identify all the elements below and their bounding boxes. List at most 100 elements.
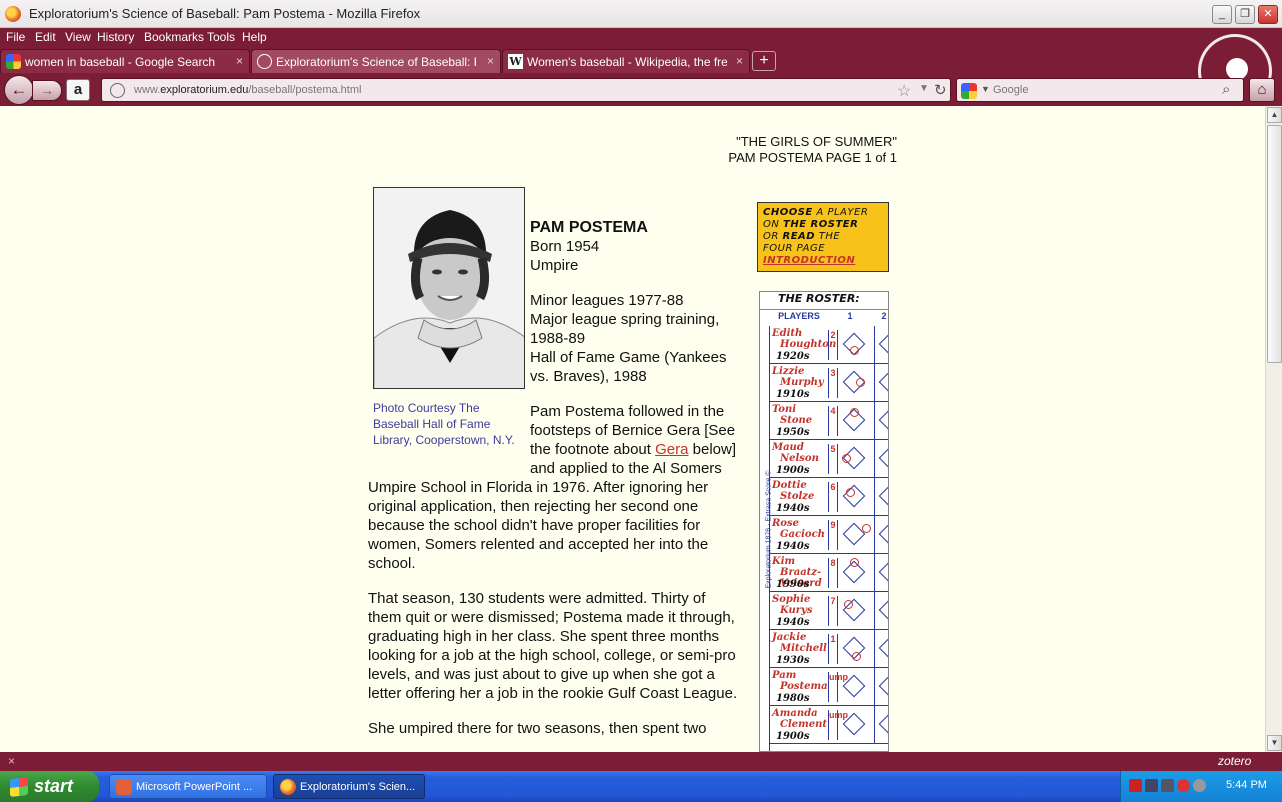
tab-label: women in baseball - Google Search <box>25 55 216 69</box>
paragraph-2: That season, 130 students were admitted.… <box>368 590 738 702</box>
window-title: Exploratorium's Science of Baseball: Pam… <box>29 6 421 21</box>
roster-player-position: 1 <box>828 634 838 664</box>
roster-player-row[interactable]: Sophie Kurys 1940s 7 <box>770 592 888 630</box>
google-icon <box>6 54 21 69</box>
roster-player-name[interactable]: Sophie Kurys <box>772 594 828 616</box>
choose-player-box: CHOOSE A PLAYER ON THE ROSTER OR READ TH… <box>757 202 889 272</box>
roster-player-name[interactable]: Rose Gacioch <box>772 518 828 540</box>
network-icon[interactable] <box>1145 779 1158 792</box>
url-text[interactable]: www.exploratorium.edu/baseball/postema.h… <box>134 84 361 96</box>
minimize-button[interactable]: _ <box>1212 5 1232 24</box>
search-engine-icon[interactable] <box>961 83 977 99</box>
forward-button[interactable]: → <box>32 80 62 101</box>
menu-bookmarks[interactable]: Bookmarks <box>144 30 204 44</box>
acrobat-icon[interactable] <box>1129 779 1142 792</box>
roster-player-row[interactable]: Lizzie Murphy 1910s 3 <box>770 364 888 402</box>
back-button[interactable]: ← <box>4 75 34 105</box>
url-dropdown-icon[interactable]: ▼ <box>919 83 929 94</box>
menu-file[interactable]: File <box>6 30 25 44</box>
site-identity-icon[interactable] <box>110 83 125 98</box>
vertical-scrollbar[interactable]: ▲ ▼ <box>1265 106 1282 752</box>
menu-bar: File Edit View History Bookmarks Tools H… <box>0 28 1282 47</box>
roster-player-name[interactable]: Dottie Stolze <box>772 480 828 502</box>
menu-tools[interactable]: Tools <box>207 30 235 44</box>
amazon-icon[interactable]: a <box>66 79 90 101</box>
roster-player-row[interactable]: Maud Nelson 1900s 5 <box>770 440 888 478</box>
tab-google-search[interactable]: women in baseball - Google Search × <box>0 49 250 73</box>
roster-player-position: 8 <box>828 558 838 588</box>
roster-player-name[interactable]: Pam Postema <box>772 670 828 692</box>
search-engine-dropdown-icon[interactable]: ▼ <box>981 84 990 94</box>
firefox-icon <box>280 779 296 795</box>
antivirus-icon[interactable] <box>1177 779 1190 792</box>
roster-player-row[interactable]: Pam Postema 1980s ump <box>770 668 888 706</box>
score-mark-icon <box>862 524 871 533</box>
url-bar[interactable]: www.exploratorium.edu/baseball/postema.h… <box>101 78 951 102</box>
roster-player-row[interactable]: Kim Braatz-Voisard 1990s 8 <box>770 554 888 592</box>
wikipedia-icon: W <box>508 54 523 69</box>
maximize-button[interactable]: ❐ <box>1235 5 1255 24</box>
roster-player-row[interactable]: Rose Gacioch 1940s 9 <box>770 516 888 554</box>
menu-history[interactable]: History <box>97 30 134 44</box>
close-window-button[interactable]: ✕ <box>1258 5 1278 24</box>
menu-help[interactable]: Help <box>242 30 267 44</box>
gera-footnote-link[interactable]: Gera <box>655 441 688 458</box>
search-icon[interactable]: ⌕ <box>1222 81 1230 98</box>
roster-player-position: 9 <box>828 520 838 550</box>
page-viewport: "THE GIRLS OF SUMMER" PAM POSTEMA PAGE 1… <box>0 106 1265 752</box>
close-tab-icon[interactable]: × <box>736 54 743 68</box>
zotero-button[interactable]: zotero <box>1218 754 1251 768</box>
scroll-down-button[interactable]: ▼ <box>1267 735 1282 751</box>
roster-scorecard: THE ROSTER: PLAYERS 1 2 Exploratorium 18… <box>759 291 889 752</box>
tab-wikipedia[interactable]: W Women's baseball - Wikipedia, the free… <box>502 49 750 73</box>
volume-icon[interactable] <box>1193 779 1206 792</box>
windows-flag-icon <box>10 777 28 797</box>
roster-player-name[interactable]: Amanda Clement <box>772 708 828 730</box>
start-button[interactable]: start <box>0 771 99 802</box>
close-tab-icon[interactable]: × <box>236 54 243 68</box>
taskbar-item-firefox[interactable]: Exploratorium's Scien... <box>273 774 425 799</box>
player-role: Umpire <box>530 257 579 274</box>
player-name: PAM POSTEMA <box>530 219 648 236</box>
network-icon-2[interactable] <box>1161 779 1174 792</box>
scroll-up-button[interactable]: ▲ <box>1267 107 1282 123</box>
reload-icon[interactable]: ↻ <box>934 81 947 99</box>
roster-player-era: 1990s <box>776 579 810 590</box>
window-titlebar: Exploratorium's Science of Baseball: Pam… <box>0 0 1282 28</box>
roster-player-name[interactable]: Edith Houghton <box>772 328 836 350</box>
clock: 5:44 PM <box>1226 779 1267 791</box>
close-addon-bar-icon[interactable]: × <box>8 754 15 768</box>
player-info: PAM POSTEMA Born 1954 Umpire Minor leagu… <box>530 218 740 386</box>
tab-strip: women in baseball - Google Search × Expl… <box>0 47 1282 73</box>
score-mark-icon <box>852 652 861 661</box>
roster-player-row[interactable]: Toni Stone 1950s 4 <box>770 402 888 440</box>
roster-player-era: 1940s <box>776 617 810 628</box>
search-input[interactable]: Google <box>993 84 1028 96</box>
roster-player-name[interactable]: Maud Nelson <box>772 442 828 464</box>
roster-player-name[interactable]: Jackie Mitchell <box>772 632 828 654</box>
roster-player-era: 1910s <box>776 389 810 400</box>
roster-player-name[interactable]: Lizzie Murphy <box>772 366 828 388</box>
taskbar-item-powerpoint[interactable]: Microsoft PowerPoint ... <box>109 774 267 799</box>
roster-player-row[interactable]: Edith Houghton 1920s 2 <box>770 326 888 364</box>
browser-chrome: File Edit View History Bookmarks Tools H… <box>0 28 1282 108</box>
close-tab-icon[interactable]: × <box>487 54 494 68</box>
powerpoint-icon <box>116 779 132 795</box>
score-mark-icon <box>850 346 859 355</box>
home-button[interactable]: ⌂ <box>1249 78 1275 102</box>
menu-view[interactable]: View <box>65 30 91 44</box>
roster-player-row[interactable]: Dottie Stolze 1940s 6 <box>770 478 888 516</box>
roster-player-row[interactable]: Amanda Clement 1900s ump <box>770 706 888 744</box>
scroll-thumb[interactable] <box>1267 125 1282 363</box>
search-bar[interactable]: ▼ Google ⌕ <box>956 78 1244 102</box>
tab-exploratorium[interactable]: Exploratorium's Science of Baseball: Pam… <box>251 49 501 73</box>
menu-edit[interactable]: Edit <box>35 30 56 44</box>
bookmark-star-icon[interactable]: ☆ <box>897 81 911 101</box>
roster-player-era: 1950s <box>776 427 810 438</box>
new-tab-button[interactable]: + <box>752 51 776 71</box>
roster-title: THE ROSTER: <box>760 292 888 310</box>
roster-player-row[interactable]: Jackie Mitchell 1930s 1 <box>770 630 888 668</box>
roster-player-name[interactable]: Toni Stone <box>772 404 828 426</box>
roster-col-2: 2 <box>881 311 887 321</box>
introduction-link[interactable]: INTRODUCTION <box>763 255 883 267</box>
